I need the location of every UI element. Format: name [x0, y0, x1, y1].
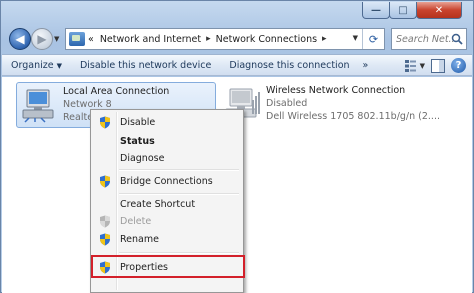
address-dropdown-icon[interactable]: ▼ [353, 34, 358, 42]
network-connections-window: — □ ✕ ◀ ▶ ▼ « ▸ Network and Internet ▸ N… [0, 0, 474, 293]
menu-separator [119, 169, 239, 171]
more-commands-button[interactable]: » [359, 60, 373, 71]
menu-separator [119, 252, 239, 254]
wired-network-icon [22, 89, 54, 123]
connection-wireless[interactable]: Wireless Network Connection Disabled Del… [220, 82, 450, 128]
menu-item-label: Diagnose [120, 153, 165, 164]
connection-name: Local Area Connection [63, 86, 170, 97]
preview-pane-icon[interactable] [431, 58, 445, 73]
title-bar: — □ ✕ [1, 1, 474, 23]
organize-button[interactable]: Organize ▼ [2, 60, 71, 71]
uac-shield-icon [100, 233, 110, 246]
connection-name: Wireless Network Connection [266, 85, 406, 96]
chevron-down-icon: ▼ [56, 61, 62, 70]
view-dropdown-icon[interactable]: ▼ [420, 62, 425, 70]
view-controls: ▼ ? [404, 58, 466, 73]
uac-shield-icon [100, 175, 110, 188]
menu-item-rename[interactable]: Rename [93, 230, 241, 249]
menu-item-label: Delete [120, 216, 152, 227]
menu-item-label: Disable [120, 117, 156, 128]
search-placeholder: Search Net... [396, 33, 458, 45]
search-input[interactable]: Search Net... [391, 28, 467, 50]
menu-item-label: Status [120, 136, 155, 147]
recent-pages-dropdown[interactable]: ▼ [54, 35, 59, 43]
diagnose-connection-button[interactable]: Diagnose this connection [220, 60, 358, 71]
disable-device-button[interactable]: Disable this network device [71, 60, 220, 71]
menu-item-label: Rename [120, 234, 159, 245]
organize-label: Organize [11, 59, 54, 71]
menu-item-label: Bridge Connections [120, 176, 213, 187]
menu-item-disable[interactable]: Disable [93, 113, 241, 132]
command-bar: Organize ▼ Disable this network device Di… [2, 54, 472, 76]
menu-item-delete[interactable]: Delete [93, 212, 241, 231]
menu-item-label: Create Shortcut [120, 199, 196, 210]
connection-details: Wireless Network Connection Disabled Del… [266, 84, 440, 123]
minimize-button[interactable]: — [362, 2, 390, 19]
maximize-button[interactable]: □ [389, 2, 417, 19]
context-menu: Disable Status Diagnose Bridge Connectio… [90, 109, 245, 293]
breadcrumb-separator-icon[interactable]: ▸ [206, 34, 211, 44]
menu-item-diagnose[interactable]: Diagnose [93, 149, 241, 168]
uac-shield-icon [100, 215, 110, 228]
breadcrumb-separator-icon[interactable]: ▸ [322, 34, 327, 44]
breadcrumb-network-connections[interactable]: Network Connections [216, 34, 317, 45]
network-folder-icon [69, 32, 85, 46]
change-view-icon[interactable] [404, 59, 418, 73]
forward-button[interactable]: ▶ [31, 28, 53, 50]
uac-shield-icon [100, 116, 110, 129]
search-icon[interactable] [451, 33, 463, 45]
connection-device: Dell Wireless 1705 802.11b/g/n (2.... [266, 111, 440, 122]
connection-status: Disabled [266, 98, 308, 109]
breadcrumb-network-and-internet[interactable]: Network and Internet [100, 34, 201, 45]
back-button[interactable]: ◀ [9, 28, 31, 50]
menu-item-bridge-connections[interactable]: Bridge Connections [93, 172, 241, 191]
properties-highlight-box [91, 255, 245, 278]
help-icon[interactable]: ? [451, 58, 466, 73]
refresh-icon[interactable]: ⟳ [362, 29, 384, 49]
address-bar[interactable]: « ▸ Network and Internet ▸ Network Conne… [65, 28, 385, 50]
breadcrumb-overflow[interactable]: « [88, 34, 94, 45]
close-button[interactable]: ✕ [416, 2, 462, 19]
